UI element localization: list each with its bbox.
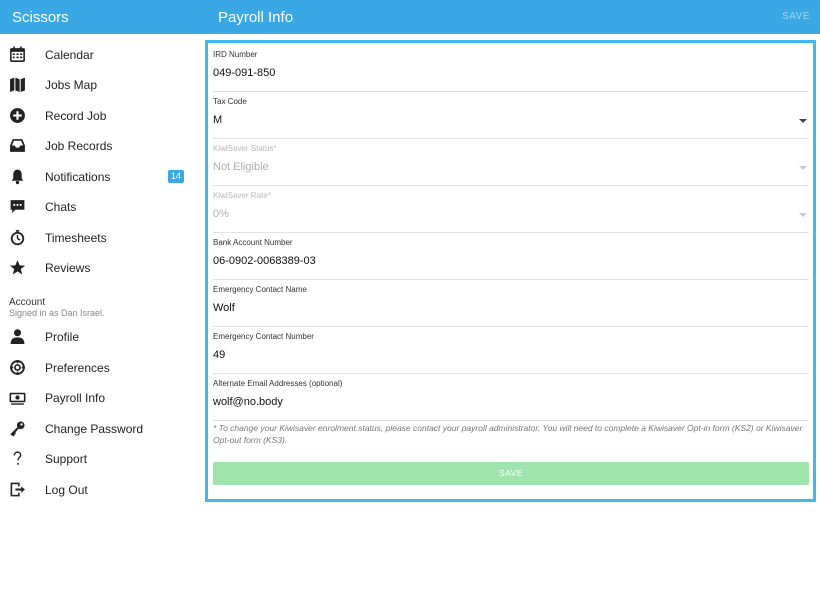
sidebar-item-label: Payroll Info [45, 391, 106, 405]
sidebar-item-calendar[interactable]: Calendar [0, 40, 203, 70]
sidebar-item-notifications[interactable]: Notifications 14 [0, 162, 203, 192]
sidebar-item-jobs-map[interactable]: Jobs Map [0, 70, 203, 100]
kiwisaver-status-select: Not Eligible [213, 161, 269, 173]
kiwisaver-rate-select: 0% [213, 208, 229, 220]
emergency-contact-number-field[interactable]: Emergency Contact Number 49 [213, 327, 809, 374]
field-label: Alternate Email Addresses (optional) [213, 379, 343, 388]
sidebar-item-log-out[interactable]: Log Out [0, 475, 203, 505]
chevron-down-icon [799, 213, 807, 217]
emergency-contact-number-input[interactable]: 49 [213, 349, 225, 361]
kiwisaver-status-field: KiwiSaver Status* Not Eligible [213, 139, 809, 186]
sidebar-item-payroll-info[interactable]: Payroll Info [0, 383, 203, 413]
field-label: Emergency Contact Name [213, 285, 307, 294]
sidebar-item-label: Support [45, 452, 88, 466]
save-button[interactable]: SAVE [213, 462, 809, 485]
sidebar-item-label: Jobs Map [45, 78, 98, 92]
sidebar-item-profile[interactable]: Profile [0, 322, 203, 352]
inbox-icon [9, 137, 26, 154]
gear-icon [9, 359, 26, 376]
ird-number-input[interactable]: 049-091-850 [213, 67, 275, 79]
sidebar-item-support[interactable]: Support [0, 444, 203, 474]
sidebar-item-label: Calendar [45, 48, 94, 62]
kiwisaver-note: * To change your Kiwisaver enrolment sta… [213, 423, 803, 445]
logout-icon [9, 481, 26, 498]
bell-icon [9, 168, 26, 185]
question-icon [9, 450, 26, 467]
field-label: Emergency Contact Number [213, 332, 314, 341]
payroll-form: IRD Number 049-091-850 Tax Code M KiwiSa… [205, 40, 816, 502]
field-label: KiwiSaver Rate* [213, 191, 271, 200]
emergency-contact-name-input[interactable]: Wolf [213, 302, 235, 314]
kiwisaver-rate-field: KiwiSaver Rate* 0% [213, 186, 809, 233]
header-save-button[interactable]: SAVE [782, 11, 810, 22]
chat-icon [9, 198, 26, 215]
sidebar-item-job-records[interactable]: Job Records [0, 131, 203, 161]
alternate-email-field[interactable]: Alternate Email Addresses (optional) wol… [213, 374, 809, 421]
sidebar-item-label: Reviews [45, 261, 91, 275]
sidebar-item-label: Change Password [45, 422, 144, 436]
app-title: Scissors [12, 9, 69, 26]
star-icon [9, 259, 26, 276]
money-icon [9, 389, 26, 406]
signed-in-text: Signed in as Dan Israel. [9, 308, 105, 318]
chevron-down-icon[interactable] [799, 119, 807, 123]
sidebar-item-label: Record Job [45, 109, 107, 123]
sidebar-item-label: Preferences [45, 361, 110, 375]
sidebar-item-label: Timesheets [45, 231, 107, 245]
field-label: IRD Number [213, 50, 258, 59]
calendar-icon [9, 46, 26, 63]
sidebar-item-label: Job Records [45, 139, 113, 153]
account-heading: Account [9, 297, 46, 308]
sidebar-item-chats[interactable]: Chats [0, 192, 203, 222]
field-label: Bank Account Number [213, 238, 293, 247]
map-icon [9, 76, 26, 93]
stopwatch-icon [9, 229, 26, 246]
tax-code-field[interactable]: Tax Code M [213, 92, 809, 139]
sidebar-item-preferences[interactable]: Preferences [0, 353, 203, 383]
ird-number-field[interactable]: IRD Number 049-091-850 [213, 45, 809, 92]
sidebar-item-label: Notifications [45, 170, 111, 184]
sidebar-item-reviews[interactable]: Reviews [0, 253, 203, 283]
sidebar-item-label: Log Out [45, 483, 88, 497]
tax-code-select[interactable]: M [213, 114, 222, 126]
top-bar: Scissors Payroll Info SAVE [0, 0, 820, 34]
sidebar: Calendar Jobs Map Record Job Job Records… [0, 34, 203, 594]
bank-account-field[interactable]: Bank Account Number 06-0902-0068389-03 [213, 233, 809, 280]
bank-account-input[interactable]: 06-0902-0068389-03 [213, 255, 316, 267]
field-label: Tax Code [213, 97, 247, 106]
emergency-contact-name-field[interactable]: Emergency Contact Name Wolf [213, 280, 809, 327]
person-icon [9, 328, 26, 345]
sidebar-item-label: Profile [45, 330, 80, 344]
sidebar-item-record-job[interactable]: Record Job [0, 101, 203, 131]
key-icon [9, 420, 26, 437]
sidebar-item-label: Chats [45, 200, 77, 214]
chevron-down-icon [799, 166, 807, 170]
field-label: KiwiSaver Status* [213, 144, 277, 153]
plus-circle-icon [9, 107, 26, 124]
alternate-email-input[interactable]: wolf@no.body [213, 396, 283, 408]
notification-count-badge: 14 [168, 170, 185, 183]
page-title: Payroll Info [218, 9, 294, 26]
sidebar-item-change-password[interactable]: Change Password [0, 414, 203, 444]
sidebar-item-timesheets[interactable]: Timesheets [0, 223, 203, 253]
